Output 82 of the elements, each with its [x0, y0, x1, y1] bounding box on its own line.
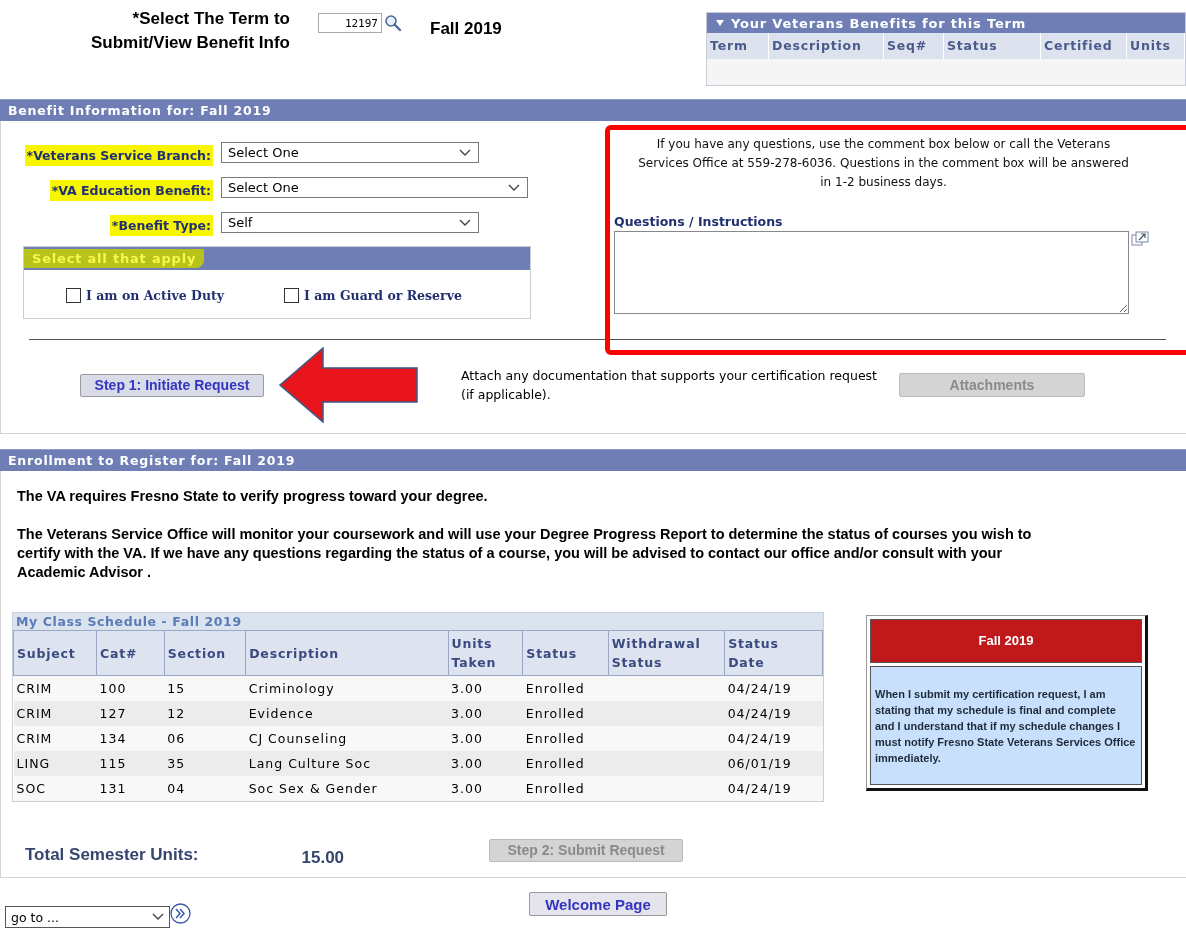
table-title: My Class Schedule - Fall 2019 — [13, 613, 823, 630]
table-cell: 3.00 — [451, 681, 483, 696]
column-header: Units Taken — [448, 630, 523, 676]
table-cell: 3.00 — [451, 781, 483, 796]
table-cell: Criminology — [248, 681, 335, 696]
dropdown[interactable]: Select One — [221, 177, 528, 198]
notice-text: When I submit my certification request, I am stating that my schedule is final and complete and I understand that if my schedule changes I must notify Fresno State Veterans Services Office immediately. — [875, 686, 1137, 766]
table-cell: 3.00 — [451, 706, 483, 721]
table-cell: LING — [16, 756, 51, 771]
term-name: Fall 2019 — [430, 19, 502, 39]
table-cell: Lang Culture Soc — [248, 756, 372, 771]
table-cell: 3.00 — [451, 756, 483, 771]
table-cell: 134 — [99, 731, 127, 746]
table-cell: 115 — [99, 756, 127, 771]
table-cell: CRIM — [16, 731, 53, 746]
column-header: Status — [522, 630, 609, 676]
notice-title: Fall 2019 — [870, 619, 1142, 663]
table-cell: 06/01/19 — [727, 756, 792, 771]
help-text: If you have any questions, use the comment box below or call the Veterans Services Office at 559-278-6036. Questions in the comment box will be answered in 1-2 business days. — [637, 136, 1130, 191]
attach-text: Attach any documentation that supports your certification request (if applicable). — [461, 367, 878, 404]
grid-title: Your Veterans Benefits for this Term — [731, 15, 1027, 31]
column-header: Section — [164, 630, 246, 676]
field-label: *Benefit Type: — [109, 215, 213, 236]
panel-title: Select all that apply — [24, 249, 205, 268]
table-cell: 3.00 — [451, 731, 483, 746]
info-text: The VA requires Fresno State to verify progress toward your degree. — [17, 487, 489, 506]
dropdown[interactable]: Self — [221, 212, 479, 233]
table-cell: SOC — [16, 781, 46, 796]
initiate-request-button[interactable]: Step 1: Initiate Request — [80, 373, 264, 397]
table-cell: 35 — [167, 756, 186, 771]
table-cell: Enrolled — [525, 756, 585, 771]
checkbox[interactable] — [284, 288, 300, 303]
column-header: Description — [245, 630, 449, 676]
table-cell: CRIM — [16, 706, 53, 721]
term-label: *Select The Term to Submit/View Benefit Info — [90, 8, 290, 54]
comment-field[interactable] — [614, 231, 1129, 314]
chevron-icon — [508, 183, 520, 192]
table-cell: CJ Counseling — [248, 731, 348, 746]
checkbox-label: I am Guard or Reserve — [304, 288, 462, 303]
table-cell: 12 — [167, 706, 186, 721]
dropdown[interactable]: Select One — [221, 142, 479, 163]
table-cell: 04 — [167, 781, 186, 796]
table-cell: 127 — [99, 706, 127, 721]
table-cell: Enrolled — [525, 731, 585, 746]
term-input[interactable]: 12197 — [318, 13, 382, 33]
table-cell: 15 — [167, 681, 186, 696]
checkbox[interactable] — [66, 288, 81, 303]
section-header: Enrollment to Register for: Fall 2019 — [0, 449, 1186, 471]
table-cell: 131 — [99, 781, 127, 796]
column-header: Status Date — [724, 630, 823, 676]
chevron-icon — [459, 218, 471, 227]
chevron-icon — [152, 913, 164, 921]
info-text: The Veterans Service Office will monitor your coursework and will use your Degree Progress Report to determine the status of courses you wish to certify with the VA. If we have any questions regarding the status of a course, you will be advised to contact our office and/or consult with your Academic Advisor . — [17, 525, 1033, 582]
table-cell: Enrolled — [525, 781, 585, 796]
table-cell: 04/24/19 — [727, 731, 792, 746]
welcome-page-button[interactable]: Welcome Page — [529, 892, 667, 916]
table-cell: 04/24/19 — [727, 706, 792, 721]
table-cell: Evidence — [248, 706, 314, 721]
section-header: Benefit Information for: Fall 2019 — [0, 99, 1186, 121]
goto-dropdown[interactable]: go to ... — [5, 906, 170, 928]
field-label: *VA Education Benefit: — [49, 180, 213, 201]
collapse-icon[interactable] — [715, 19, 725, 27]
table-cell: 04/24/19 — [727, 781, 792, 796]
checkbox-label: I am on Active Duty — [86, 288, 225, 303]
search-icon[interactable] — [384, 14, 402, 32]
expand-icon[interactable] — [1131, 231, 1149, 247]
total-value: 15.00 — [301, 848, 345, 868]
chevron-icon — [459, 148, 471, 157]
comment-label: Questions / Instructions — [614, 214, 784, 229]
total-label: Total Semester Units: — [25, 845, 199, 865]
column-header: Withdrawal Status — [608, 630, 725, 676]
table-cell: 04/24/19 — [727, 681, 792, 696]
table-cell: 100 — [99, 681, 127, 696]
table-cell: 06 — [167, 731, 186, 746]
column-header: Subject — [13, 630, 97, 676]
table-cell: CRIM — [16, 681, 53, 696]
field-label: *Veterans Service Branch: — [24, 145, 213, 166]
table-cell: Soc Sex & Gender — [248, 781, 378, 796]
table-cell: Enrolled — [525, 681, 585, 696]
table-cell: Enrolled — [525, 706, 585, 721]
go-icon[interactable] — [170, 903, 191, 924]
column-header: Cat# — [96, 630, 165, 676]
